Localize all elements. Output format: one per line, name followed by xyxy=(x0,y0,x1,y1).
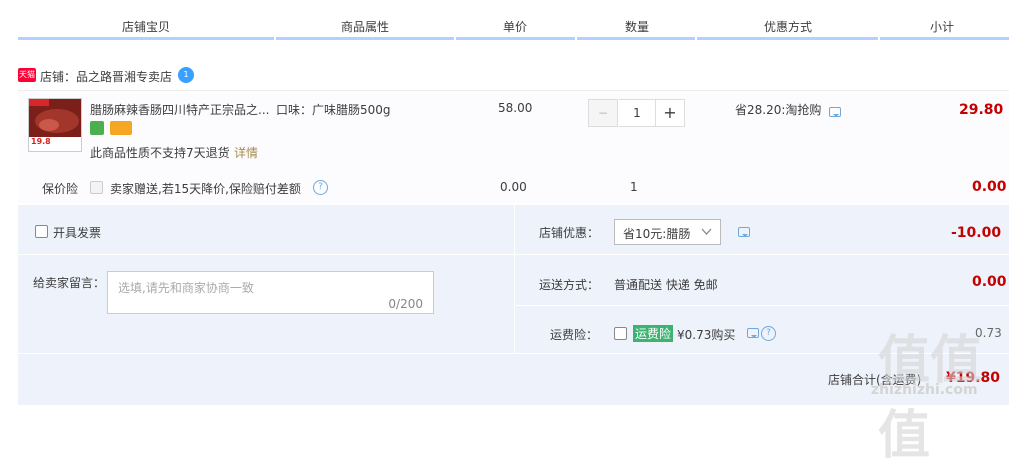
help-icon[interactable]: ? xyxy=(313,180,328,195)
shipping-amount: 0.00 xyxy=(972,274,1007,290)
item-attribute: 口味：广味腊肠500g xyxy=(276,103,391,117)
header-divider xyxy=(18,37,1009,40)
insurance-qty: 1 xyxy=(630,180,638,194)
cart-header: 店铺宝贝 商品属性 单价 数量 优惠方式 小计 xyxy=(0,0,1027,40)
invoice-label: 开具发票 xyxy=(53,226,102,240)
item-subtotal: 29.80 xyxy=(959,102,1004,118)
chat-icon[interactable] xyxy=(738,227,750,237)
shop-badge-icon[interactable]: 1 xyxy=(178,67,194,83)
message-counter: 0/200 xyxy=(388,297,423,311)
shop-discount-select[interactable]: 省10元:腊肠 xyxy=(614,219,721,245)
tmall-icon: 天猫 xyxy=(18,68,36,82)
freight-insurance-tag: 运费险 xyxy=(633,325,674,342)
freight-insurance-checkbox[interactable] xyxy=(614,327,627,340)
item-title[interactable]: 腊肠麻辣香肠四川特产正宗品之... xyxy=(90,101,269,118)
col-subtotal-header: 小计 xyxy=(930,20,955,34)
card-icon[interactable] xyxy=(110,121,132,135)
product-image[interactable]: 19.8 xyxy=(28,98,82,152)
insurance-desc: 卖家赠送,若15天降价,保险赔付差额 xyxy=(110,182,301,196)
insurance-checkbox[interactable] xyxy=(90,181,103,194)
insurance-subtotal: 0.00 xyxy=(972,179,1007,195)
shop-discount-label: 店铺优惠： xyxy=(539,226,600,240)
message-label: 给卖家留言： xyxy=(33,276,106,290)
service-icon[interactable] xyxy=(90,121,104,135)
chat-icon[interactable] xyxy=(747,328,759,338)
detail-link[interactable]: 详情 xyxy=(234,144,258,161)
shop-name[interactable]: 店铺：品之路晋湘专卖店 xyxy=(40,68,172,85)
col-qty-header: 数量 xyxy=(625,20,650,34)
quantity-input[interactable]: 1 xyxy=(619,99,655,127)
item-promo: 省28.20:淘抢购 xyxy=(735,103,822,117)
col-attr-header: 商品属性 xyxy=(341,20,390,34)
freight-insurance-label: 运费险： xyxy=(550,328,599,342)
product-image-price: 19.8 xyxy=(31,137,51,146)
freight-insurance-offer[interactable]: ¥0.73购买 xyxy=(677,326,735,343)
insurance-label: 保价险 xyxy=(42,182,79,196)
chevron-down-icon xyxy=(701,228,712,235)
qty-increase-button[interactable]: + xyxy=(655,99,685,127)
message-input[interactable]: 选填,请先和商家协商一致 0/200 xyxy=(107,271,434,314)
col-item-header: 店铺宝贝 xyxy=(122,20,171,34)
return-note: 此商品性质不支持7天退货 xyxy=(90,146,230,160)
shipping-label: 运送方式： xyxy=(539,278,600,292)
insurance-price: 0.00 xyxy=(500,180,527,194)
qty-decrease-button[interactable]: − xyxy=(588,99,618,127)
shop-discount-value: 省10元:腊肠 xyxy=(623,227,691,241)
col-price-header: 单价 xyxy=(503,20,528,34)
message-placeholder: 选填,请先和商家协商一致 xyxy=(118,281,254,295)
invoice-checkbox[interactable] xyxy=(35,225,48,238)
help-icon[interactable]: ? xyxy=(761,326,776,341)
chat-icon[interactable] xyxy=(829,107,841,117)
shipping-method: 普通配送 快递 免邮 xyxy=(614,278,718,292)
item-price: 58.00 xyxy=(498,101,533,115)
shop-discount-amount: -10.00 xyxy=(951,225,1002,241)
watermark-text: zhizhizhi.com xyxy=(871,382,978,398)
col-promo-header: 优惠方式 xyxy=(764,20,813,34)
